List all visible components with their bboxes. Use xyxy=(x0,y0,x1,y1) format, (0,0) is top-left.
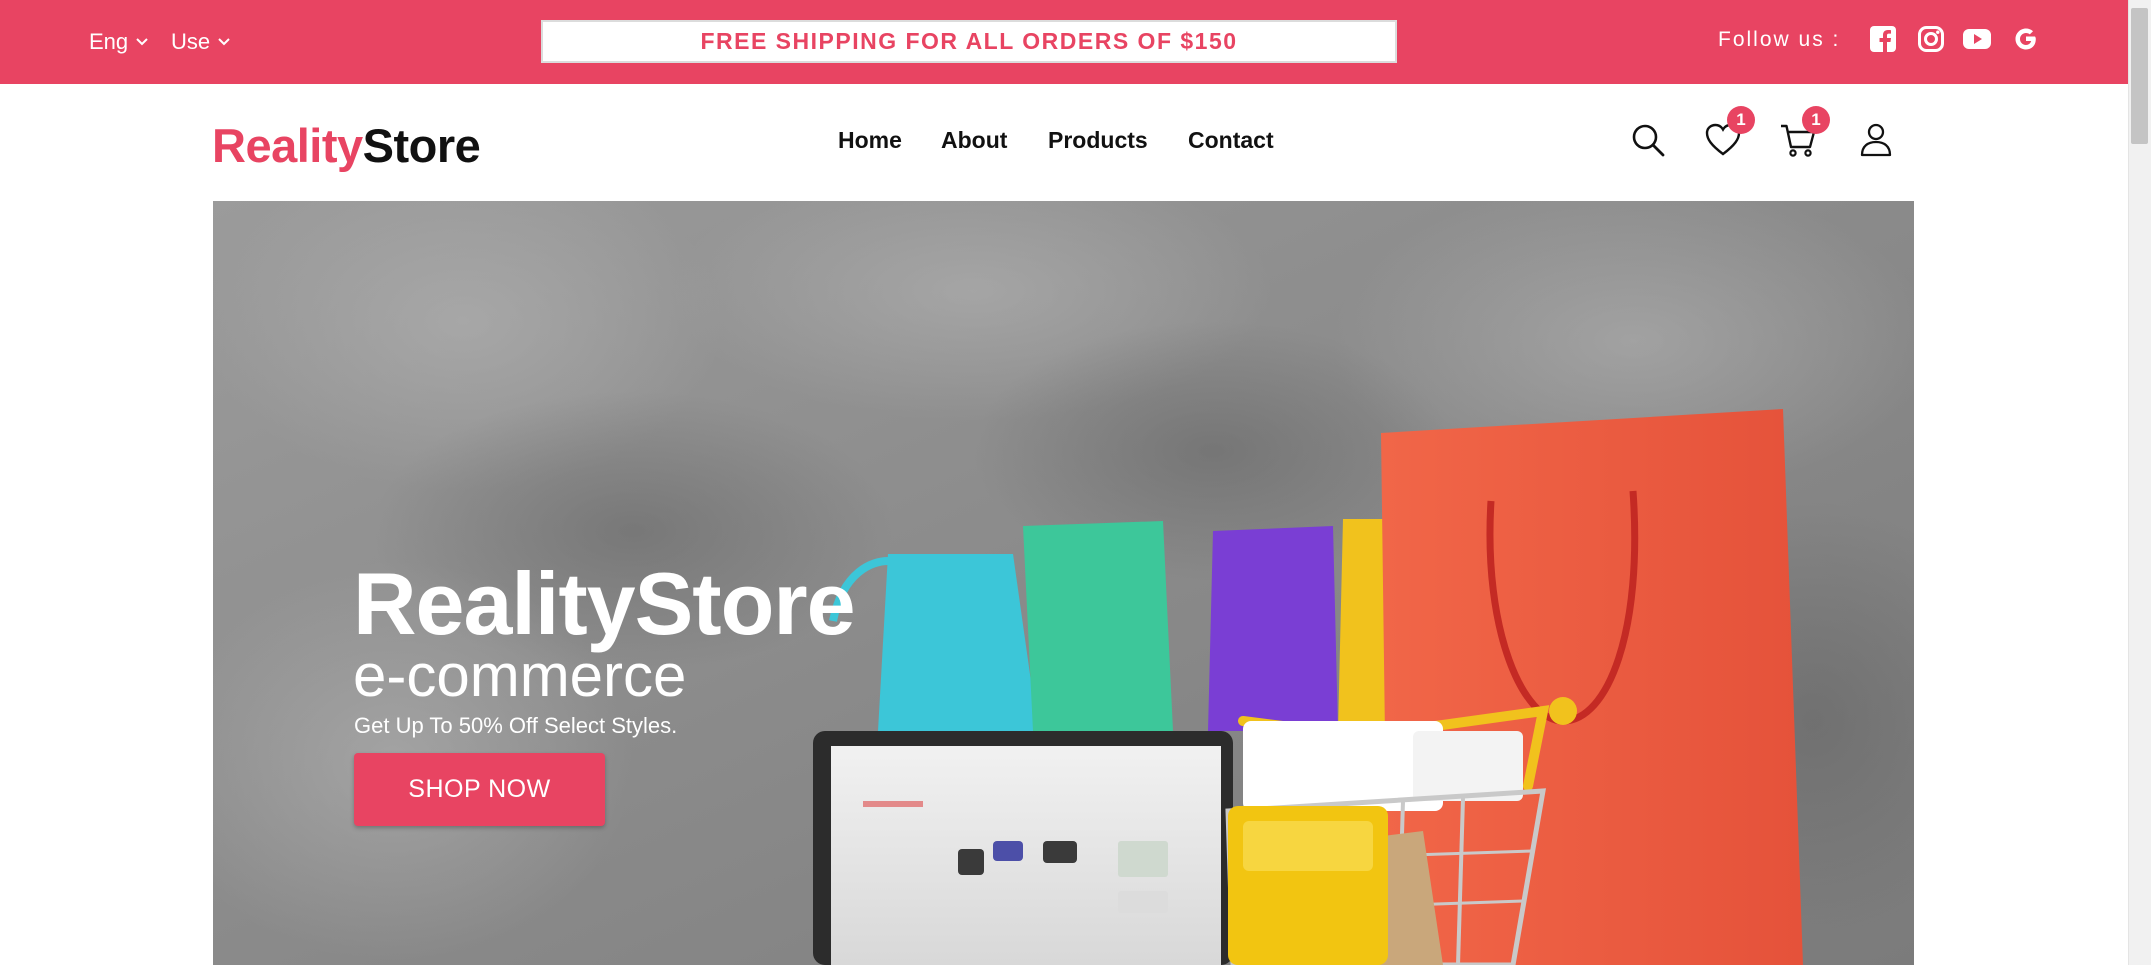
nav-products[interactable]: Products xyxy=(1048,127,1148,157)
hero-subtitle: e-commerce xyxy=(353,642,687,709)
instagram-icon[interactable] xyxy=(1916,24,1946,54)
logo-part-reality: Reality xyxy=(212,119,363,172)
nav-contact[interactable]: Contact xyxy=(1188,127,1274,157)
cart-button[interactable]: 1 xyxy=(1778,106,1830,160)
currency-label: Use xyxy=(171,29,211,54)
site-logo[interactable]: RealityStore xyxy=(212,118,481,173)
user-icon[interactable] xyxy=(1856,120,1896,160)
search-icon[interactable] xyxy=(1628,120,1668,160)
chevron-down-icon xyxy=(218,38,230,46)
wishlist-count-badge: 1 xyxy=(1727,106,1755,134)
youtube-icon[interactable] xyxy=(1962,24,1992,54)
scrollbar-thumb[interactable] xyxy=(2131,8,2148,144)
language-label: Eng xyxy=(89,29,129,54)
language-selector[interactable]: Eng xyxy=(89,28,150,56)
hero-title: RealityStore xyxy=(353,554,856,653)
promo-text: FREE SHIPPING FOR ALL ORDERS OF $150 xyxy=(700,28,1238,54)
hero-tagline: Get Up To 50% Off Select Styles. xyxy=(354,713,678,738)
cart-count-badge: 1 xyxy=(1802,106,1830,134)
nav-home[interactable]: Home xyxy=(838,127,902,157)
logo-part-store: Store xyxy=(362,119,481,172)
google-icon[interactable] xyxy=(2011,24,2041,54)
hero-banner: RealityStore e-commerce Get Up To 50% Of… xyxy=(213,201,1914,965)
nav-about[interactable]: About xyxy=(941,127,1007,157)
shop-now-button[interactable]: SHOP NOW xyxy=(354,753,605,826)
follow-us-label: Follow us : xyxy=(1718,28,1841,51)
scrollbar-track[interactable] xyxy=(2128,0,2151,965)
currency-selector[interactable]: Use xyxy=(171,28,232,56)
chevron-down-icon xyxy=(136,38,148,46)
top-bar: Eng Use FREE SHIPPING FOR ALL ORDERS OF … xyxy=(0,0,2128,84)
wishlist-button[interactable]: 1 xyxy=(1703,106,1755,160)
facebook-icon[interactable] xyxy=(1868,24,1898,54)
promo-banner: FREE SHIPPING FOR ALL ORDERS OF $150 xyxy=(541,20,1397,63)
